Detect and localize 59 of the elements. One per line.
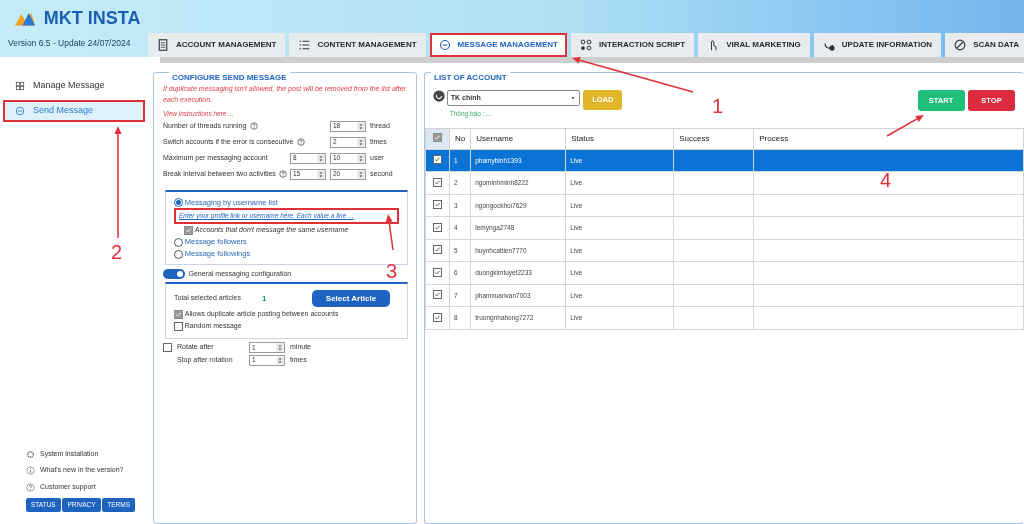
nav-tab[interactable]: INTERACTION SCRIPT — [571, 33, 695, 57]
radio-button[interactable] — [174, 237, 183, 247]
spin-arrows-icon[interactable] — [317, 153, 325, 163]
spin-arrows-icon[interactable] — [276, 343, 284, 352]
nodes-icon — [580, 39, 592, 51]
spin-arrows-icon[interactable] — [357, 137, 365, 147]
spin-arrows-icon[interactable] — [357, 153, 365, 163]
checkbox[interactable] — [163, 343, 172, 352]
checkbox[interactable] — [433, 267, 442, 277]
sidebar-item[interactable]: Manage Message — [3, 75, 145, 97]
column-header: No — [449, 128, 471, 150]
spin-arrows-icon[interactable] — [357, 169, 365, 179]
checkbox[interactable] — [433, 290, 442, 300]
radio-button[interactable] — [174, 249, 183, 259]
radio-button[interactable] — [174, 197, 183, 207]
spin-arrows-icon[interactable] — [317, 169, 325, 179]
checkbox[interactable] — [174, 309, 183, 319]
annotation-number: 1 — [712, 96, 724, 116]
column-header: Username — [470, 128, 566, 150]
sidebar-item[interactable]: Send Message — [3, 100, 145, 122]
column-header: Status — [565, 128, 674, 150]
checkbox[interactable] — [433, 312, 442, 322]
checkbox[interactable] — [433, 177, 442, 187]
articles-count: 1 — [262, 292, 268, 305]
version-text: Version 6.5 - Update 24/07/2024 — [8, 37, 132, 50]
nav-tab[interactable]: UPDATE INFORMATION — [813, 33, 942, 57]
toggle-switch[interactable] — [163, 268, 185, 279]
nav-tab[interactable]: CONTENT MANAGEMENT — [289, 33, 426, 57]
checkbox[interactable] — [433, 245, 442, 255]
caret-icon — [569, 95, 576, 101]
checkbox[interactable] — [433, 155, 442, 165]
annotation-number: 3 — [386, 261, 398, 281]
select-article-button[interactable]: Select Article — [312, 290, 390, 307]
annotation-arrow — [385, 214, 394, 251]
checkbox[interactable] — [174, 321, 183, 331]
chat-icon — [438, 39, 451, 51]
chat-icon — [15, 106, 25, 116]
logo-text: MKT INSTA — [43, 9, 141, 27]
list-icon — [298, 39, 311, 51]
nav-tab[interactable]: MESSAGE MANAGEMENT — [429, 33, 567, 57]
nav-tab[interactable]: VIRAL MARKETING — [698, 33, 810, 57]
column-header: Process — [753, 128, 1024, 150]
document-icon — [157, 39, 169, 51]
info-icon — [26, 466, 35, 475]
annotation-number: 4 — [880, 170, 892, 190]
column-header: Success — [673, 128, 754, 150]
checkbox[interactable] — [433, 132, 442, 142]
checkbox[interactable] — [433, 222, 442, 232]
settings-icon — [26, 449, 35, 459]
grid-icon — [15, 81, 25, 91]
nav-tab[interactable]: ACCOUNT MANAGEMENT — [148, 33, 286, 57]
annotation-arrow — [886, 115, 924, 137]
nav-tab[interactable]: SCAN DATA — [945, 33, 1024, 57]
spin-arrows-icon[interactable] — [357, 121, 365, 131]
annotation-number: 2 — [111, 242, 123, 262]
checkbox[interactable] — [433, 200, 442, 210]
help-icon — [26, 482, 35, 492]
spin-arrows-icon[interactable] — [276, 355, 284, 365]
checkbox[interactable] — [184, 225, 193, 235]
